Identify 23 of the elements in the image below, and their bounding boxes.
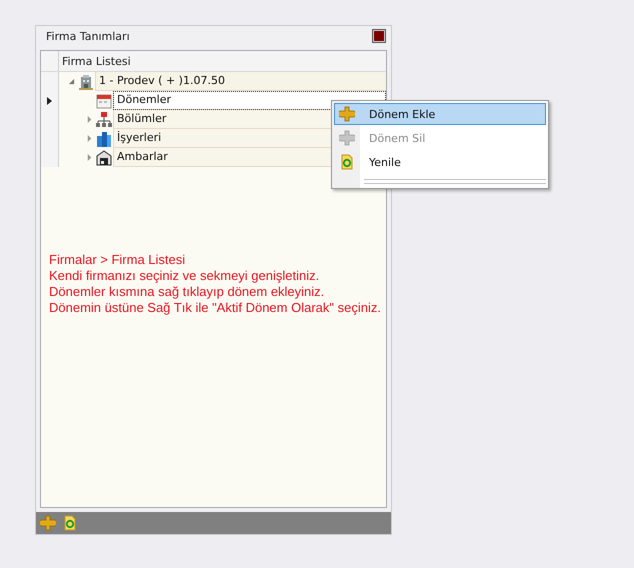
instruction-text: Dönemler kısmına sağ tıklayıp dönem ekleyiniz. [49, 284, 326, 300]
expand-arrow-icon[interactable] [86, 116, 92, 123]
instruction-text: Kendi firmanızı seçiniz ve sekmeyi genişletiniz. [49, 268, 320, 284]
hierarchy-icon [96, 112, 112, 128]
puzzle-icon [339, 130, 355, 146]
puzzle-icon [339, 106, 355, 122]
expand-arrow-icon[interactable] [86, 154, 92, 161]
menu-item[interactable]: Dönem Ekle [334, 103, 546, 125]
refresh-icon [339, 154, 355, 170]
tree-item[interactable]: 1 - Prodev ( + )1.07.50 [95, 72, 386, 91]
puzzle-icon [40, 515, 56, 531]
buildings-icon [96, 130, 112, 146]
expand-arrow-icon[interactable] [86, 135, 92, 142]
toolbar-button[interactable] [39, 514, 57, 532]
close-button[interactable] [372, 29, 386, 43]
building-icon [78, 74, 94, 90]
refresh-icon [62, 515, 78, 531]
warehouse-icon [96, 150, 112, 166]
calendar-icon [96, 92, 112, 108]
instruction-text: Firmalar > Firma Listesi [49, 252, 186, 268]
instruction-text: Dönemin üstüne Sağ Tık ile "Aktif Dönem Olarak" seçiniz. [49, 300, 382, 316]
collapse-arrow-icon[interactable] [68, 78, 74, 85]
panel-title: Firma Tanımları [46, 30, 130, 42]
